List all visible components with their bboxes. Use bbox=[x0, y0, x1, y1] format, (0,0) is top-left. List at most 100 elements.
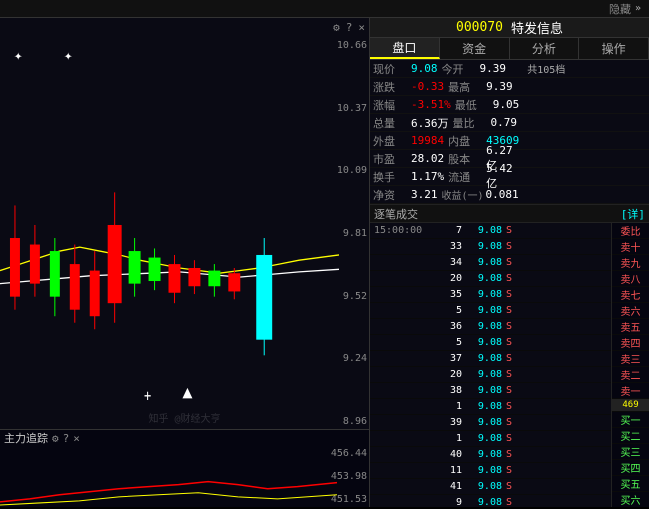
order-buy-item: 买六 bbox=[612, 492, 649, 507]
trade-price: 9.08 bbox=[462, 305, 502, 316]
trade-price: 9.08 bbox=[462, 241, 502, 252]
pct-value: -3.51% bbox=[411, 98, 451, 111]
yield-value: 0.081 bbox=[486, 188, 519, 201]
trade-vol: 41 bbox=[430, 481, 462, 492]
price-label: 现价 bbox=[373, 61, 409, 77]
high-value: 9.39 bbox=[486, 80, 513, 93]
trade-row: 36 9.08 S bbox=[370, 319, 649, 335]
trade-price: 9.08 bbox=[462, 417, 502, 428]
yield-label: 收益(一) bbox=[442, 187, 484, 202]
open-value: 9.39 bbox=[480, 62, 507, 75]
trade-vol: 20 bbox=[430, 273, 462, 284]
price-level-1: 10.66 bbox=[337, 40, 367, 51]
sub-chart-label: 主力追踪 bbox=[4, 430, 48, 446]
trade-vol: 38 bbox=[430, 385, 462, 396]
sub-chart-title: 主力追踪 ⚙ ? × bbox=[0, 430, 369, 446]
trade-list: 15:00:00 7 9.08 S 33 9.08 S 34 9.08 S 20… bbox=[370, 223, 649, 507]
nav-row: 净资 3.21 收益(一) 0.081 bbox=[370, 186, 522, 204]
trade-vol: 36 bbox=[430, 321, 462, 332]
trade-type: S bbox=[502, 337, 516, 348]
trade-type: S bbox=[502, 481, 516, 492]
trade-vol: 7 bbox=[430, 225, 462, 236]
trade-rows-container: 15:00:00 7 9.08 S 33 9.08 S 34 9.08 S 20… bbox=[370, 223, 649, 507]
trade-price: 9.08 bbox=[462, 449, 502, 460]
trade-price: 9.08 bbox=[462, 385, 502, 396]
trade-type: S bbox=[502, 417, 516, 428]
change-value: -0.33 bbox=[411, 80, 444, 93]
trade-price: 9.08 bbox=[462, 225, 502, 236]
order-sell-item: 卖二 bbox=[612, 367, 649, 383]
trade-row: 39 9.08 S bbox=[370, 415, 649, 431]
sub-chart-close-icon[interactable]: × bbox=[73, 432, 80, 445]
hide-button[interactable]: 隐藏 bbox=[609, 1, 631, 17]
svg-text:+: + bbox=[144, 387, 151, 405]
trade-vol: 34 bbox=[430, 257, 462, 268]
trade-type: S bbox=[502, 433, 516, 444]
chart-settings-icon[interactable]: ⚙ bbox=[333, 21, 340, 34]
trade-detail-link[interactable]: [详] bbox=[621, 206, 645, 222]
trade-type: S bbox=[502, 369, 516, 380]
tab-bar: 盘口 资金 分析 操作 bbox=[370, 38, 649, 60]
open-label: 今开 bbox=[442, 61, 478, 77]
sub-chart-settings-icon[interactable]: ⚙ bbox=[52, 432, 59, 445]
order-buy-item: 买三 bbox=[612, 444, 649, 460]
pct-row: 涨幅 -3.51% 最低 9.05 bbox=[370, 96, 522, 114]
tab-capital[interactable]: 资金 bbox=[440, 38, 510, 59]
empty-row-5 bbox=[522, 132, 649, 150]
candle-chart[interactable]: + bbox=[0, 36, 339, 427]
trade-type: S bbox=[502, 225, 516, 236]
order-special-badge: 469 bbox=[612, 399, 649, 412]
outer-value: 19984 bbox=[411, 134, 444, 147]
trade-type: S bbox=[502, 401, 516, 412]
tab-analysis[interactable]: 分析 bbox=[510, 38, 580, 59]
trade-price: 9.08 bbox=[462, 497, 502, 507]
low-value: 9.05 bbox=[493, 98, 520, 111]
trade-vol: 5 bbox=[430, 305, 462, 316]
trade-vol: 40 bbox=[430, 449, 462, 460]
vol-row: 总量 6.36万 量比 0.79 bbox=[370, 114, 522, 132]
pct-label: 涨幅 bbox=[373, 97, 409, 113]
trade-vol: 9 bbox=[430, 497, 462, 507]
empty-row-4 bbox=[522, 114, 649, 132]
order-buy-item: 买五 bbox=[612, 476, 649, 492]
trade-price: 9.08 bbox=[462, 321, 502, 332]
pb-label: 股本 bbox=[448, 151, 484, 167]
trade-type: S bbox=[502, 257, 516, 268]
vol-label: 总量 bbox=[373, 115, 409, 131]
trade-section: 逐笔成交 [详] 15:00:00 7 9.08 S 33 9.08 S 34 … bbox=[370, 205, 649, 507]
shares-row: 共105档 bbox=[522, 60, 649, 78]
trade-vol: 11 bbox=[430, 465, 462, 476]
tab-operation[interactable]: 操作 bbox=[579, 38, 649, 59]
sub-chart-help-icon[interactable]: ? bbox=[63, 432, 70, 445]
float-label: 流通 bbox=[448, 169, 484, 185]
trade-vol: 20 bbox=[430, 369, 462, 380]
price-value: 9.08 bbox=[411, 62, 438, 75]
vol-value: 6.36万 bbox=[411, 115, 449, 131]
order-buy-item: 买二 bbox=[612, 428, 649, 444]
shares-info: 共105档 bbox=[527, 61, 565, 76]
trade-vol: 37 bbox=[430, 353, 462, 364]
trade-vol: 1 bbox=[430, 433, 462, 444]
trade-type: S bbox=[502, 497, 516, 507]
chart-help-icon[interactable]: ? bbox=[346, 21, 353, 34]
price-level-4: 9.81 bbox=[337, 228, 367, 239]
trade-type: S bbox=[502, 321, 516, 332]
sub-chart: 主力追踪 ⚙ ? × 456.44 453.98 451.53 bbox=[0, 429, 369, 507]
trade-time: 15:00:00 bbox=[374, 225, 430, 236]
price-level-6: 9.24 bbox=[337, 353, 367, 364]
trade-row: 20 9.08 S bbox=[370, 271, 649, 287]
stock-name: 特发信息 bbox=[511, 18, 563, 37]
order-sell-item: 卖六 bbox=[612, 303, 649, 319]
trade-list-header: 逐笔成交 [详] bbox=[370, 205, 649, 223]
order-sell-item: 委比 bbox=[612, 223, 649, 239]
chart-close-icon[interactable]: × bbox=[358, 21, 365, 34]
high-label: 最高 bbox=[448, 79, 484, 95]
order-book-column: 委比卖十卖九卖八卖七卖六卖五卖四卖三卖二卖一469买一买二买三买四买五买六买七 bbox=[611, 223, 649, 507]
tab-pankou[interactable]: 盘口 bbox=[370, 38, 440, 59]
empty-row-6 bbox=[522, 150, 649, 168]
trade-list-title: 逐笔成交 bbox=[374, 206, 418, 222]
trade-vol: 1 bbox=[430, 401, 462, 412]
empty-row-3 bbox=[522, 96, 649, 114]
order-sell-item: 卖八 bbox=[612, 271, 649, 287]
empty-row-8 bbox=[522, 186, 649, 204]
